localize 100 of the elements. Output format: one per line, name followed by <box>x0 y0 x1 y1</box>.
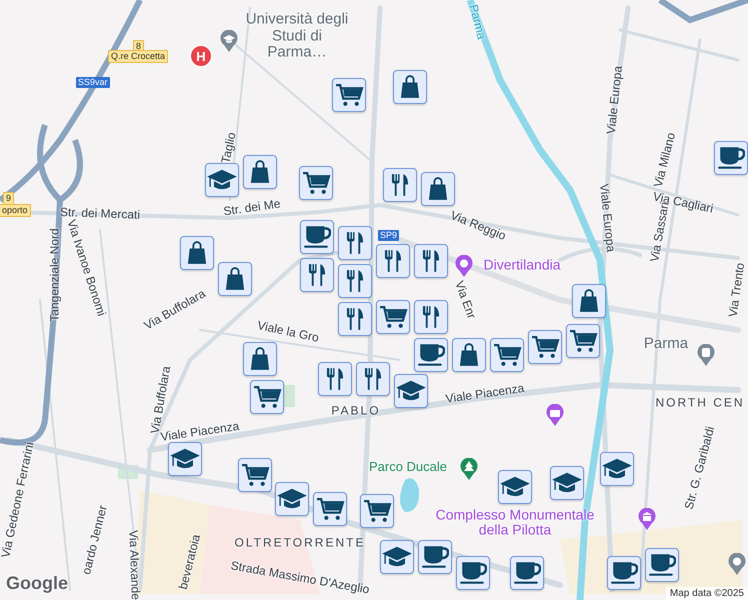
route-label: 9 <box>3 192 14 205</box>
shopping-bag-map-pin[interactable] <box>243 342 277 376</box>
graduation-cap-map-pin[interactable] <box>600 452 634 486</box>
graduation-cap-icon <box>395 379 427 403</box>
coffee-cup-icon <box>417 343 445 367</box>
cart-map-pin[interactable] <box>528 330 562 364</box>
map-label: Tangenziale Nord <box>48 228 62 322</box>
fork-knife-icon <box>346 307 364 331</box>
shopping-bag-map-pin[interactable] <box>180 236 214 270</box>
shopping-bag-map-pin[interactable] <box>218 262 252 296</box>
map-label: Via Gedeone Ferrarini <box>0 441 37 559</box>
fork-knife-map-pin[interactable] <box>318 362 352 396</box>
fork-knife-map-pin[interactable] <box>300 258 334 292</box>
fork-knife-map-pin[interactable] <box>356 362 390 396</box>
graduation-cap-icon <box>381 545 413 569</box>
fork-knife-map-pin[interactable] <box>338 264 372 298</box>
cart-map-pin[interactable] <box>299 166 333 200</box>
map-label: Via Trento <box>726 262 748 318</box>
coffee-cup-map-pin[interactable] <box>456 556 490 590</box>
route-label: Q.re Crocetta <box>108 50 168 63</box>
coffee-cup-icon <box>648 553 676 577</box>
fork-knife-icon <box>422 249 440 273</box>
fork-knife-map-pin[interactable] <box>414 300 448 334</box>
map-label: Viale la Gro <box>256 319 320 345</box>
cart-icon <box>492 343 522 367</box>
graduation-cap-map-pin[interactable] <box>498 470 532 504</box>
fork-knife-map-pin[interactable] <box>338 226 372 260</box>
cart-map-pin[interactable] <box>566 324 600 358</box>
shopping-bag-map-pin[interactable] <box>452 338 486 372</box>
map-logo[interactable]: Google <box>6 573 68 594</box>
fork-knife-icon <box>384 249 402 273</box>
graduation-cap-map-pin[interactable] <box>275 482 309 516</box>
cart-icon <box>568 329 598 353</box>
cart-icon <box>530 335 560 359</box>
graduation-cap-icon <box>499 475 531 499</box>
cart-map-pin[interactable] <box>250 380 284 414</box>
cart-icon <box>316 497 344 521</box>
fork-knife-map-pin[interactable] <box>383 168 417 202</box>
graduation-cap-map-pin[interactable] <box>205 163 239 197</box>
map-label: Parco Ducale <box>368 460 448 474</box>
coffee-cup-map-pin[interactable] <box>418 540 452 574</box>
graduation-cap-map-pin[interactable] <box>168 442 202 476</box>
route-label: oporto <box>0 204 31 217</box>
fork-knife-map-pin[interactable] <box>414 244 448 278</box>
map-label: Str. dei Me <box>222 197 282 219</box>
map-label: Taglio <box>219 131 239 165</box>
map-label: Divertilandia <box>483 258 561 272</box>
map-attribution: Map data ©2025 <box>666 587 748 600</box>
coffee-cup-map-pin[interactable] <box>714 141 748 175</box>
fork-knife-icon <box>391 173 409 197</box>
map-label: Via Alexande <box>126 530 142 600</box>
coffee-cup-icon <box>303 225 331 249</box>
map-label: Viale Piacenza <box>444 382 526 406</box>
map-label: Viale Europa <box>604 65 626 135</box>
shopping-bag-map-pin[interactable] <box>393 70 427 104</box>
map-label: oardo Jenner <box>80 504 110 576</box>
fork-knife-icon <box>422 305 440 329</box>
coffee-cup-map-pin[interactable] <box>414 338 448 372</box>
graduation-cap-icon <box>169 447 201 471</box>
road-shield: SS9var <box>76 77 110 88</box>
map-label: Viale Europa <box>596 183 618 253</box>
map-label: Strada Massimo D'Azeglio <box>230 559 370 597</box>
graduation-cap-map-pin[interactable] <box>380 540 414 574</box>
shopping-bag-map-pin[interactable] <box>243 155 277 189</box>
shopping-bag-icon <box>459 343 479 367</box>
fork-knife-map-pin[interactable] <box>376 244 410 278</box>
cart-map-pin[interactable] <box>360 494 394 528</box>
map-label: Università degli Studi di Parma… <box>244 11 350 61</box>
fork-knife-icon <box>308 263 326 287</box>
fork-knife-icon <box>326 367 344 391</box>
shopping-bag-map-pin[interactable] <box>421 172 455 206</box>
tree-marker-icon[interactable] <box>460 458 478 480</box>
coffee-cup-map-pin[interactable] <box>510 556 544 590</box>
cart-map-pin[interactable] <box>376 300 410 334</box>
map-label: Str. G. Garibaldi <box>682 425 718 511</box>
shopping-bag-map-pin[interactable] <box>572 284 606 318</box>
pond <box>400 478 420 512</box>
map-label: Parma <box>466 3 488 41</box>
coffee-cup-map-pin[interactable] <box>645 548 679 582</box>
graduation-cap-map-pin[interactable] <box>394 374 428 408</box>
coffee-cup-map-pin[interactable] <box>607 556 641 590</box>
road-shield: SP9 <box>378 230 400 241</box>
map-label: Via Enr <box>452 279 478 321</box>
hospital-marker[interactable]: H <box>190 45 212 67</box>
cart-icon <box>302 171 330 195</box>
cart-map-pin[interactable] <box>490 338 524 372</box>
graduation-cap-map-pin[interactable] <box>550 466 584 500</box>
shopping-bag-icon <box>250 160 270 184</box>
graduation-cap-icon <box>601 457 633 481</box>
cart-map-pin[interactable] <box>238 458 272 492</box>
shopping-bag-icon <box>428 177 448 201</box>
cart-icon <box>252 385 282 409</box>
coffee-cup-icon <box>610 561 638 585</box>
cart-map-pin[interactable] <box>313 492 347 526</box>
graduation-cap-marker-icon[interactable] <box>220 30 238 52</box>
cart-map-pin[interactable] <box>332 78 366 112</box>
building-marker-icon[interactable] <box>638 508 656 530</box>
fork-knife-map-pin[interactable] <box>338 302 372 336</box>
coffee-cup-map-pin[interactable] <box>300 220 334 254</box>
fork-knife-icon <box>364 367 382 391</box>
